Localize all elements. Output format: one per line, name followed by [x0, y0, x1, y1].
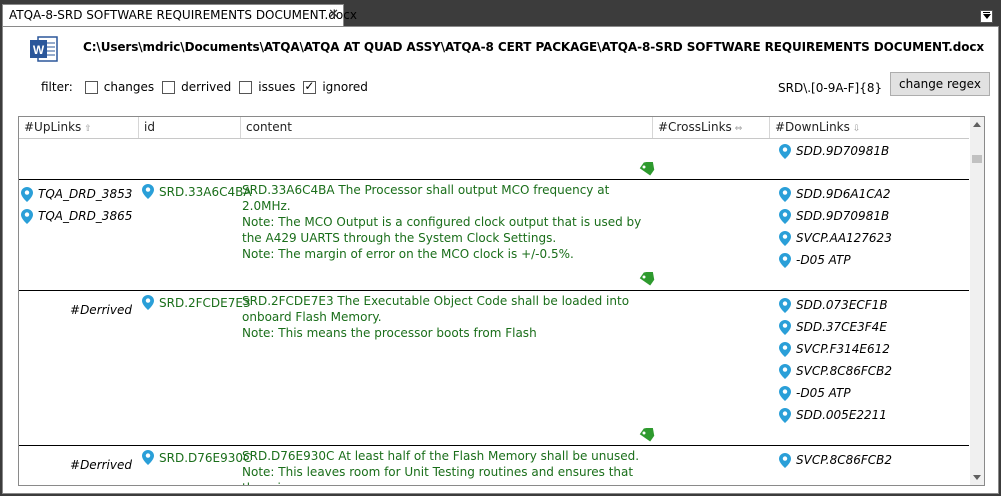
tag-icon[interactable] — [639, 162, 655, 176]
content-line: SRD.2FCDE7E3 The Executable Object Code … — [242, 294, 630, 324]
location-pin-icon — [779, 341, 791, 357]
location-pin-icon — [142, 295, 154, 310]
file-path: C:\Users\mdric\Documents\ATQA\ATQA AT QU… — [83, 40, 985, 54]
downlink-item[interactable]: SDD.37CE3F4E — [779, 316, 892, 338]
downlink-item[interactable]: SDD.005E2211 — [779, 404, 892, 426]
location-pin-icon — [21, 186, 33, 202]
change-regex-button[interactable]: change regex — [890, 72, 990, 96]
changes-label: changes — [103, 80, 155, 94]
close-icon[interactable]: ✕ — [328, 7, 339, 22]
downlink-item[interactable]: SVCP.F314E612 — [779, 338, 892, 360]
requirement-id[interactable]: SRD.D76E930C — [142, 450, 251, 465]
document-panel: W C:\Users\mdric\Documents\ATQA\ATQA AT … — [2, 26, 999, 494]
location-pin-icon — [779, 230, 791, 246]
word-document-icon: W — [30, 36, 58, 62]
table-row[interactable]: TQA_DRD_3853 TQA_DRD_3865 SRD.33A6C4BA S… — [19, 180, 969, 291]
table-row[interactable]: #Derrived SRD.D76E930C SRD.D76E930C At l… — [19, 446, 969, 485]
scroll-down-icon[interactable] — [973, 475, 981, 480]
regex-value: SRD\.[0-9A-F]{8} — [778, 81, 883, 95]
content-line: Note: The MCO Output is a configured clo… — [242, 215, 642, 245]
downlink-item[interactable]: SDD.9D6A1CA2 — [779, 183, 892, 205]
issues-checkbox[interactable] — [239, 80, 253, 94]
column-id[interactable]: id — [139, 117, 241, 138]
location-pin-icon — [142, 450, 154, 465]
tab-strip: ATQA-8-SRD SOFTWARE REQUIREMENTS DOCUMEN… — [0, 0, 1001, 26]
issues-label: issues — [258, 80, 296, 94]
derived-label: #Derrived — [70, 303, 132, 317]
downlink-item[interactable]: -D05 ATP — [779, 382, 892, 404]
requirement-id[interactable]: SRD.33A6C4BA — [142, 184, 252, 199]
downlink-item[interactable]: SDD.073ECF1B — [779, 294, 892, 316]
content-line: Note: This means the processor boots fro… — [242, 326, 537, 340]
grid-header: #UpLinks ⇧ id content #CrossLinks ⇔ #DownL… — [19, 117, 969, 139]
location-pin-icon — [779, 385, 791, 401]
requirement-content[interactable]: SRD.2FCDE7E3 The Executable Object Code … — [242, 293, 642, 341]
derived-label: #Derrived — [70, 458, 132, 472]
downlink-item[interactable]: -D05 ATP — [779, 249, 892, 271]
tab-title: ATQA-8-SRD SOFTWARE REQUIREMENTS DOCUMEN… — [9, 8, 357, 22]
ignored-label: ignored — [322, 80, 368, 94]
vertical-scrollbar[interactable] — [970, 117, 984, 485]
column-content[interactable]: content — [241, 117, 653, 138]
tag-icon[interactable] — [639, 428, 655, 442]
downlink-item[interactable]: SDD.9D70981B — [779, 140, 889, 162]
location-pin-icon — [779, 452, 791, 468]
requirement-content[interactable]: SRD.33A6C4BA The Processor shall output … — [242, 182, 642, 262]
location-pin-icon — [779, 297, 791, 313]
filter-bar: filter: changes derrived issues ignored — [41, 79, 376, 95]
grid-rows: SDD.9D70981B TQA_DRD_3853 TQA_DRD_3865 S… — [19, 139, 969, 485]
document-tab[interactable]: ATQA-8-SRD SOFTWARE REQUIREMENTS DOCUMEN… — [2, 4, 357, 26]
content-line: Note: The margin of error on the MCO clo… — [242, 247, 574, 261]
column-uplinks[interactable]: #UpLinks ⇧ — [19, 117, 139, 138]
tag-icon[interactable] — [639, 272, 655, 286]
requirement-id[interactable]: SRD.2FCDE7E3 — [142, 295, 251, 310]
downlink-item[interactable]: SVCP.8C86FCB2 — [779, 449, 892, 471]
sort-both-icon: ⇔ — [734, 124, 743, 134]
location-pin-icon — [779, 208, 791, 224]
column-downlinks[interactable]: #DownLinks ⇩ — [770, 117, 969, 138]
uplink-item[interactable]: TQA_DRD_3853 — [21, 183, 136, 205]
content-line: SRD.D76E930C At least half of the Flash … — [242, 449, 640, 463]
sort-icon: ⇩ — [852, 124, 861, 134]
location-pin-icon — [779, 363, 791, 379]
location-pin-icon — [779, 319, 791, 335]
downlink-item[interactable]: SVCP.8C86FCB2 — [779, 360, 892, 382]
location-pin-icon — [779, 186, 791, 202]
scroll-up-icon[interactable] — [973, 122, 981, 127]
changes-checkbox[interactable] — [84, 80, 98, 94]
location-pin-icon — [21, 208, 33, 224]
uplink-item[interactable]: TQA_DRD_3865 — [21, 205, 136, 227]
content-line: SRD.33A6C4BA The Processor shall output … — [242, 183, 610, 213]
ignored-checkbox[interactable] — [303, 79, 317, 94]
content-line: Note: This leaves room for Unit Testing … — [242, 465, 634, 485]
column-crosslinks[interactable]: #CrossLinks ⇔ — [653, 117, 770, 138]
svg-text:W: W — [33, 43, 45, 57]
filter-label: filter: — [41, 80, 73, 94]
scroll-thumb[interactable] — [972, 155, 982, 163]
location-pin-icon — [779, 143, 791, 159]
table-row[interactable]: #Derrived SRD.2FCDE7E3 SRD.2FCDE7E3 The … — [19, 291, 969, 446]
derrived-checkbox[interactable] — [162, 80, 176, 94]
location-pin-icon — [779, 252, 791, 268]
requirements-grid: #UpLinks ⇧ id content #CrossLinks ⇔ #DownL… — [18, 116, 985, 486]
derrived-label: derrived — [181, 80, 232, 94]
downlink-item[interactable]: SDD.9D70981B — [779, 205, 892, 227]
requirement-content[interactable]: SRD.D76E930C At least half of the Flash … — [242, 448, 642, 485]
table-row[interactable]: SDD.9D70981B — [19, 139, 969, 180]
tab-list-dropdown-icon[interactable] — [980, 10, 993, 23]
location-pin-icon — [142, 184, 154, 199]
downlink-item[interactable]: SVCP.AA127623 — [779, 227, 892, 249]
sort-icon: ⇧ — [84, 124, 92, 134]
location-pin-icon — [779, 407, 791, 423]
